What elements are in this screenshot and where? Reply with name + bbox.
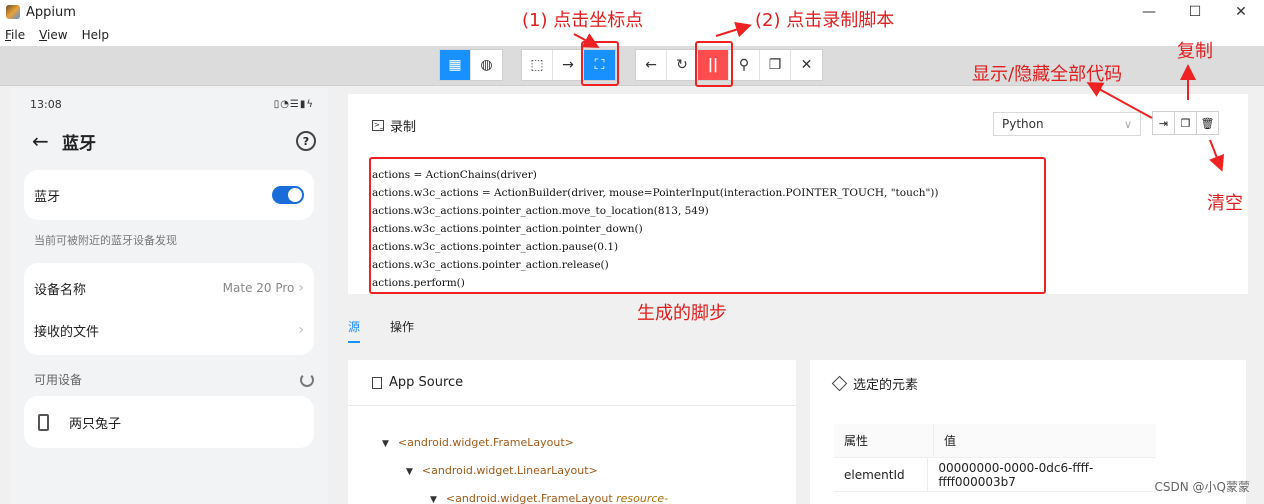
tab-source[interactable]: 源 bbox=[348, 318, 361, 343]
bluetooth-card: 蓝牙 bbox=[24, 170, 314, 220]
language-select[interactable]: Python ∨ bbox=[993, 112, 1141, 136]
tree-node[interactable]: ▼ <android.widget.FrameLayout resource- bbox=[430, 492, 668, 504]
annotation-record-script: (2) 点击录制脚本 bbox=[755, 10, 895, 31]
chevron-right-icon: › bbox=[298, 280, 304, 296]
received-files-label: 接收的文件 bbox=[34, 324, 100, 340]
tree-node[interactable]: ▼ <android.widget.LinearLayout> bbox=[406, 464, 598, 477]
close-button[interactable]: ✕ bbox=[1218, 0, 1264, 24]
copy-xml-icon[interactable]: ❐ bbox=[760, 50, 791, 80]
back-icon[interactable]: ← bbox=[636, 50, 667, 80]
recorder-header: >_ 录制 bbox=[372, 116, 416, 135]
attribute-value[interactable]: 00000000-0000-0dc6-ffff-ffff000003b7 bbox=[928, 461, 1156, 489]
inspector-tabs: 源 操作 bbox=[348, 318, 444, 343]
bluetooth-label: 蓝牙 bbox=[34, 189, 61, 205]
phone-header: ← 蓝牙 ? bbox=[10, 120, 328, 162]
phone-time: 13:08 bbox=[30, 97, 62, 111]
terminal-icon: >_ bbox=[372, 120, 384, 131]
tag-icon bbox=[831, 375, 848, 391]
available-devices-header: 可用设备 bbox=[10, 371, 328, 388]
minimize-button[interactable]: — bbox=[1126, 0, 1172, 24]
available-devices-label: 可用设备 bbox=[34, 373, 83, 387]
copy-code-button[interactable]: ❐ bbox=[1174, 111, 1197, 135]
caret-down-icon[interactable]: ▼ bbox=[430, 495, 437, 504]
recorder-title: 录制 bbox=[390, 120, 417, 135]
attribute-table: 属性 值 elementId 00000000-0000-0dc6-ffff-f… bbox=[834, 424, 1156, 492]
available-devices-card: 两只兔子 bbox=[24, 396, 314, 448]
phone-status-icons: ▯◔☰▮ϟ bbox=[273, 98, 314, 110]
annotation-tap-coordinates: (1) 点击坐标点 bbox=[522, 10, 644, 31]
discover-hint: 当前可被附近的蓝牙设备发现 bbox=[34, 234, 177, 247]
caret-down-icon[interactable]: ▼ bbox=[406, 467, 413, 477]
device-screenshot[interactable]: 13:08 ▯◔☰▮ϟ ← 蓝牙 ? 蓝牙 当前可被附近的蓝牙设备发现 设备名称… bbox=[10, 88, 328, 504]
chevron-down-icon: ∨ bbox=[1123, 117, 1132, 131]
toolbar-group-mode: ▦ ◍ bbox=[439, 49, 503, 81]
refresh-icon[interactable]: ↻ bbox=[667, 50, 698, 80]
app-source-panel: App Source ▼ <android.widget.FrameLayout>… bbox=[348, 360, 796, 504]
watermark: CSDN @小Q蒙蒙 bbox=[1154, 480, 1250, 494]
swipe-icon[interactable]: → bbox=[553, 50, 584, 80]
phone-status-bar: 13:08 ▯◔☰▮ϟ bbox=[10, 88, 328, 120]
phone-title: 蓝牙 bbox=[62, 133, 96, 154]
column-header-attribute: 属性 bbox=[834, 424, 934, 457]
help-icon[interactable]: ? bbox=[296, 131, 316, 151]
annotation-show-code: 显示/隐藏全部代码 bbox=[972, 64, 1123, 85]
app-source-header: App Source bbox=[348, 360, 796, 406]
window-title: Appium bbox=[26, 4, 76, 20]
language-select-value: Python bbox=[1002, 117, 1044, 131]
appium-logo-icon bbox=[6, 5, 20, 19]
annotation-generated-code: 生成的脚步 bbox=[637, 303, 727, 324]
device-name-row[interactable]: 设备名称 Mate 20 Pro › bbox=[24, 267, 314, 309]
selected-element-title: 选定的元素 bbox=[853, 377, 919, 393]
phone-back-icon[interactable]: ← bbox=[32, 129, 62, 153]
annotation-box-record bbox=[695, 41, 733, 87]
tab-actions[interactable]: 操作 bbox=[390, 318, 414, 343]
maximize-button[interactable]: ☐ bbox=[1172, 0, 1218, 24]
device-name-label: 设备名称 bbox=[34, 282, 87, 298]
menu-view[interactable]: View bbox=[39, 28, 67, 42]
device-settings-card: 设备名称 Mate 20 Pro › 接收的文件 › bbox=[24, 263, 314, 355]
appium-window: Appium — ☐ ✕ File View Help ▦ ◍ ⬚ → ⛶ ← … bbox=[0, 0, 1264, 504]
caret-down-icon[interactable]: ▼ bbox=[382, 439, 389, 449]
window-controls: — ☐ ✕ bbox=[1126, 0, 1264, 24]
selected-element-header: 选定的元素 bbox=[810, 360, 1246, 406]
device-name-value: Mate 20 Pro bbox=[222, 281, 295, 295]
device-list-item[interactable]: 两只兔子 bbox=[24, 396, 314, 448]
phone-device-icon bbox=[38, 413, 49, 431]
globe-icon[interactable]: ◍ bbox=[471, 50, 502, 80]
column-header-value: 值 bbox=[944, 434, 957, 448]
table-row: elementId 00000000-0000-0dc6-ffff-ffff00… bbox=[834, 458, 1156, 492]
attribute-name: elementId bbox=[834, 458, 929, 491]
annotation-box-code bbox=[369, 157, 1046, 294]
scanning-spinner-icon bbox=[300, 372, 314, 387]
annotation-copy: 复制 bbox=[1177, 41, 1213, 62]
table-header-row: 属性 值 bbox=[834, 424, 1156, 458]
file-icon bbox=[372, 376, 382, 389]
app-source-title: App Source bbox=[389, 375, 464, 390]
received-files-row[interactable]: 接收的文件 › bbox=[24, 309, 314, 351]
tree-node[interactable]: ▼ <android.widget.FrameLayout> bbox=[382, 436, 574, 449]
annotation-clear: 清空 bbox=[1207, 193, 1243, 214]
bluetooth-toggle-row[interactable]: 蓝牙 bbox=[24, 170, 314, 220]
menu-file[interactable]: File bbox=[5, 28, 25, 42]
grid-icon[interactable]: ▦ bbox=[440, 50, 471, 80]
annotation-box-tap bbox=[581, 41, 619, 86]
chevron-right-icon: › bbox=[298, 322, 304, 338]
device-list-item-name: 两只兔子 bbox=[69, 416, 122, 432]
quit-icon[interactable]: ✕ bbox=[791, 50, 822, 80]
clear-code-button[interactable]: 🗑 bbox=[1196, 111, 1219, 135]
search-icon[interactable]: ⚲ bbox=[729, 50, 760, 80]
bluetooth-toggle[interactable] bbox=[272, 186, 304, 204]
recorder-actions: ⇥ ❐ 🗑 bbox=[1152, 111, 1219, 135]
select-icon[interactable]: ⬚ bbox=[522, 50, 553, 80]
menu-help[interactable]: Help bbox=[82, 28, 109, 42]
show-all-code-button[interactable]: ⇥ bbox=[1152, 111, 1175, 135]
